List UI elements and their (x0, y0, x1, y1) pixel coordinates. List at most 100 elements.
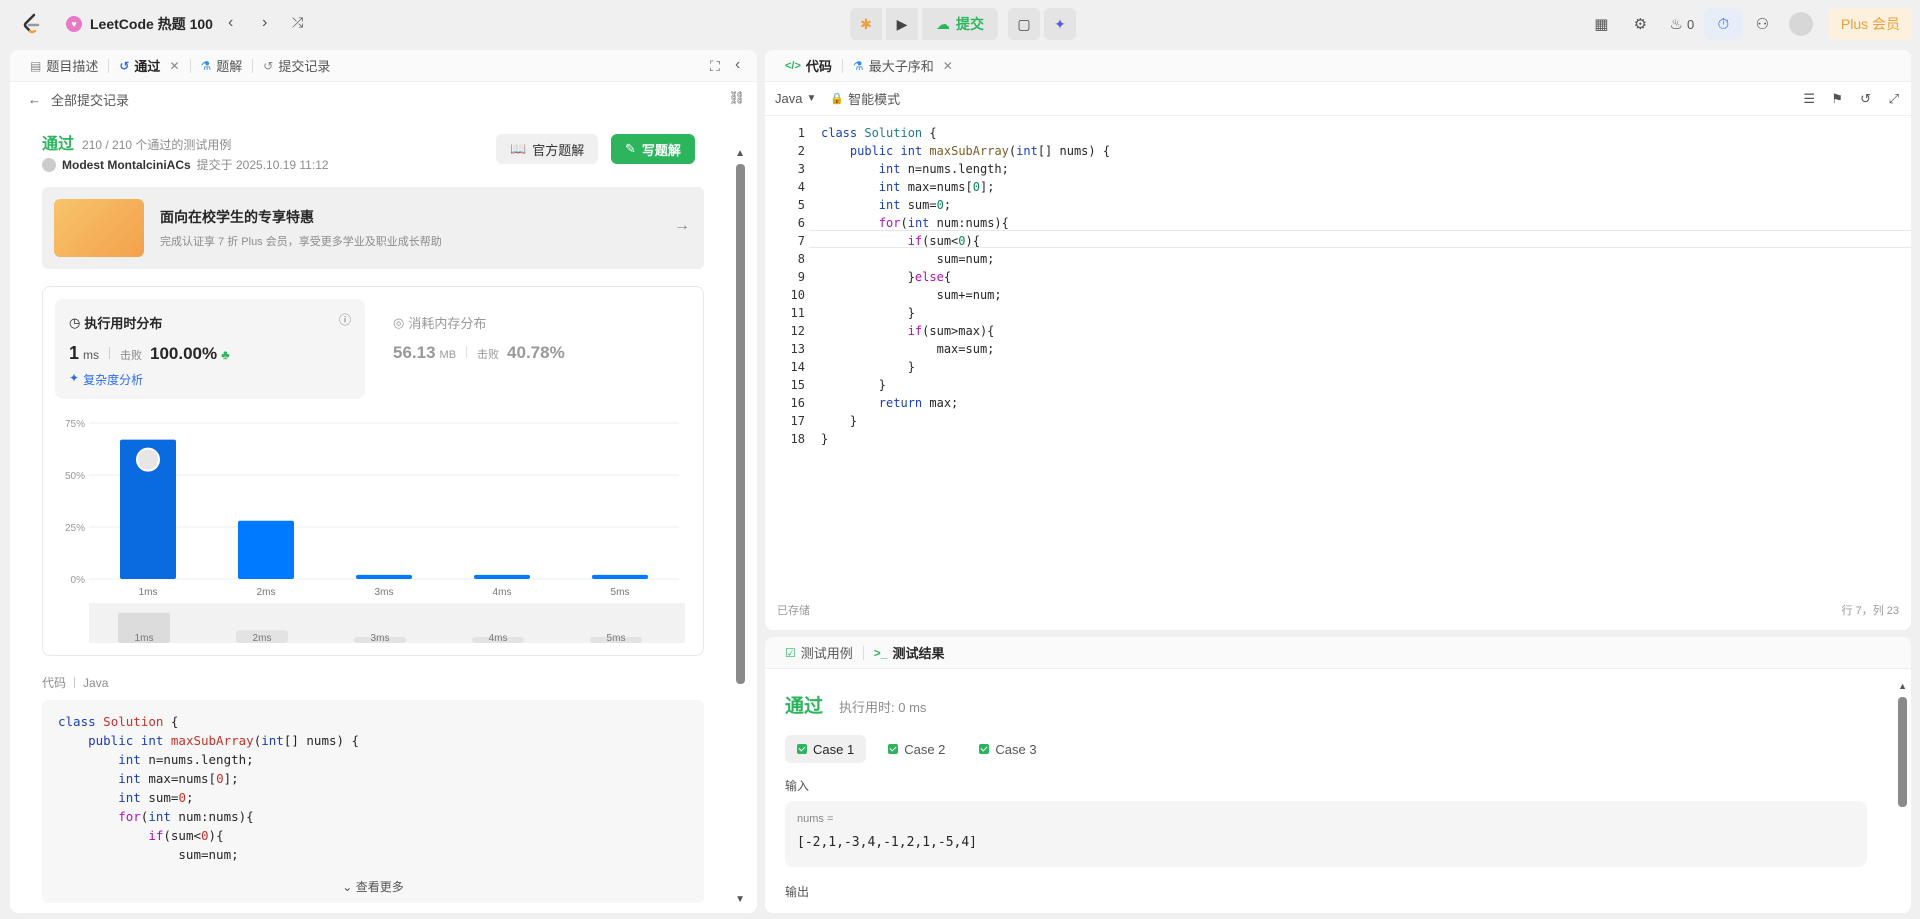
bar[interactable] (592, 574, 648, 579)
debug-button[interactable]: ✱ (850, 8, 882, 40)
back-label: 全部提交记录 (51, 92, 130, 108)
add-friend-icon[interactable]: ⚇ (1743, 8, 1782, 40)
output-label: 输出 (785, 885, 810, 899)
flask-icon: ⚗ (200, 58, 212, 73)
bar[interactable] (356, 574, 412, 579)
param-name: nums = (797, 813, 834, 825)
tab-test-result[interactable]: >_ 测试结果 (866, 637, 953, 669)
line-number: 3 (797, 162, 805, 176)
line-text: if(sum>max){ (907, 324, 995, 338)
reset-icon[interactable]: ↺ (1860, 91, 1871, 107)
input-box: nums = [-2,1,-3,4,-1,2,1,-5,4] (785, 801, 1867, 867)
tab-description[interactable]: ▤ 题目描述 (22, 50, 106, 82)
bookmark-icon[interactable]: ⚑ (1831, 91, 1843, 107)
tab-accepted[interactable]: ↺ 通过 ✕ (111, 50, 187, 82)
runtime-card[interactable]: ◷ 执行用时分布 ⓘ 1 ms 击败 100.00% ♣ ✦ 复杂度分析 (55, 299, 365, 399)
layout-icon[interactable]: ▦ (1582, 8, 1621, 40)
write-solution-button[interactable]: ✎ 写题解 (611, 134, 695, 164)
tab-testcase[interactable]: ☑ 测试用例 (777, 637, 861, 669)
editor-line: 4 int max=nums[0]; (765, 178, 1911, 196)
case-tab[interactable]: Case 2 (876, 735, 957, 763)
tab-max-subarray[interactable]: ⚗ 最大子序和 ✕ (845, 50, 961, 82)
tab-solutions[interactable]: ⚗ 题解 (193, 50, 251, 82)
document-icon: ▤ (30, 58, 42, 73)
code-line: class Solution { (58, 714, 179, 729)
streak-count: 0 (1686, 16, 1695, 32)
ai-assistant-button[interactable]: ✦ (1044, 8, 1076, 40)
prev-problem-icon[interactable]: ‹ (228, 14, 233, 32)
test-status: 通过 (785, 696, 824, 717)
streak-counter[interactable]: ♨ 0 (1660, 8, 1704, 40)
scroll-up-icon[interactable]: ▲ (735, 148, 745, 159)
problem-list-label: LeetCode 热题 100 (90, 16, 213, 32)
run-button[interactable]: ▶ (886, 8, 918, 40)
scroll-up-icon[interactable]: ▲ (1898, 681, 1907, 691)
expand-icon[interactable]: ⤢ (1889, 91, 1899, 107)
shuffle-icon[interactable]: ⤮ (292, 14, 303, 31)
back-to-submissions[interactable]: ← 全部提交记录 ⛓ (10, 82, 757, 116)
memory-card[interactable]: ◎ 消耗内存分布 56.13 MB 击败 40.78% (379, 299, 689, 399)
minimap-label: 2ms (253, 633, 272, 644)
timer-icon[interactable]: ⏱ (1703, 8, 1743, 40)
see-more-label: 查看更多 (355, 880, 404, 894)
line-text: for(int num:nums){ (878, 216, 1009, 230)
tab-label: 题解 (216, 59, 243, 74)
code-icon: </> (785, 59, 801, 72)
line-number: 16 (790, 396, 805, 410)
book-icon: 📖 (510, 141, 527, 156)
lock-icon: 🔒 (830, 93, 845, 105)
official-solution-button[interactable]: 📖 官方题解 (496, 134, 599, 164)
tab-code[interactable]: </> 代码 (777, 50, 840, 82)
checkbox-icon: ☑ (785, 645, 796, 660)
bar[interactable] (238, 520, 294, 579)
next-problem-icon[interactable]: › (262, 14, 267, 32)
case-tab[interactable]: Case 3 (967, 735, 1048, 763)
author-name[interactable]: Modest MontalciniACs (62, 158, 191, 172)
code-editor[interactable]: 1 class Solution {2 public int maxSubArra… (765, 124, 1911, 584)
tab-submissions[interactable]: ↺ 提交记录 (255, 50, 338, 82)
editor-line: 6 for(int num:nums){ (765, 214, 1911, 232)
bar[interactable] (474, 574, 530, 579)
sparkle-icon: ✦ (1054, 15, 1066, 32)
see-more-button[interactable]: ⌄ 查看更多 (42, 878, 704, 895)
submit-button[interactable]: ☁ 提交 (922, 8, 998, 40)
problem-list-title[interactable]: ♥ LeetCode 热题 100 (66, 14, 213, 34)
line-text: max=sum; (821, 342, 995, 356)
clap-icon: ♣ (221, 347, 230, 362)
close-icon[interactable]: ✕ (943, 59, 953, 73)
smart-mode-label: 智能模式 (848, 92, 901, 107)
case-tab[interactable]: Case 1 (785, 735, 867, 763)
memory-beat: 40.78% (507, 343, 565, 362)
close-icon[interactable]: ✕ (169, 59, 179, 73)
y-tick-label: 75% (65, 419, 85, 430)
link-icon[interactable]: ⛓ (728, 90, 745, 106)
smart-mode-toggle[interactable]: 🔒 智能模式 (830, 89, 900, 108)
test-scrollbar[interactable] (1898, 697, 1907, 807)
user-avatar[interactable] (1782, 8, 1821, 40)
language-select[interactable]: Java ▼ (775, 91, 816, 106)
scroll-down-icon[interactable]: ▼ (735, 894, 745, 905)
student-promo-banner[interactable]: 面向在校学生的专享特惠 完成认证享 7 折 Plus 会员，享受更多学业及职业成… (42, 187, 704, 269)
complexity-link[interactable]: ✦ 复杂度分析 (69, 371, 143, 388)
editor-tabs: </> 代码 ⚗ 最大子序和 ✕ (765, 50, 1911, 82)
collapse-icon[interactable]: ‹ (735, 56, 740, 74)
note-button[interactable]: ▢ (1008, 8, 1040, 40)
user-avatar-small (42, 157, 56, 172)
clock-icon: ◷ (69, 314, 81, 330)
arrow-right-icon: → (674, 217, 690, 234)
line-number: 11 (790, 306, 805, 320)
test-tabs: ☑ 测试用例 >_ 测试结果 (765, 637, 1911, 669)
case-label: Case 1 (813, 741, 855, 757)
code-label: 代码 (42, 676, 67, 690)
code-line: sum=num; (58, 847, 239, 862)
left-scrollbar[interactable] (736, 164, 745, 684)
settings-icon[interactable]: ⚙ (1621, 8, 1660, 40)
format-icon[interactable]: ☰ (1803, 91, 1815, 107)
plus-member-button[interactable]: Plus 会员 (1828, 8, 1912, 40)
info-icon[interactable]: ⓘ (339, 311, 351, 328)
leetcode-logo-icon[interactable] (20, 12, 44, 36)
minimap-label: 1ms (135, 633, 154, 644)
line-text: } (821, 432, 829, 446)
fullscreen-icon[interactable]: ⛶ (710, 58, 720, 75)
runtime-distribution-chart[interactable]: 75% 50% 25% 0% 1ms 2ms 3ms 4ms 5ms 1ms 2ms 3ms 4ms 5m… (43, 409, 703, 649)
